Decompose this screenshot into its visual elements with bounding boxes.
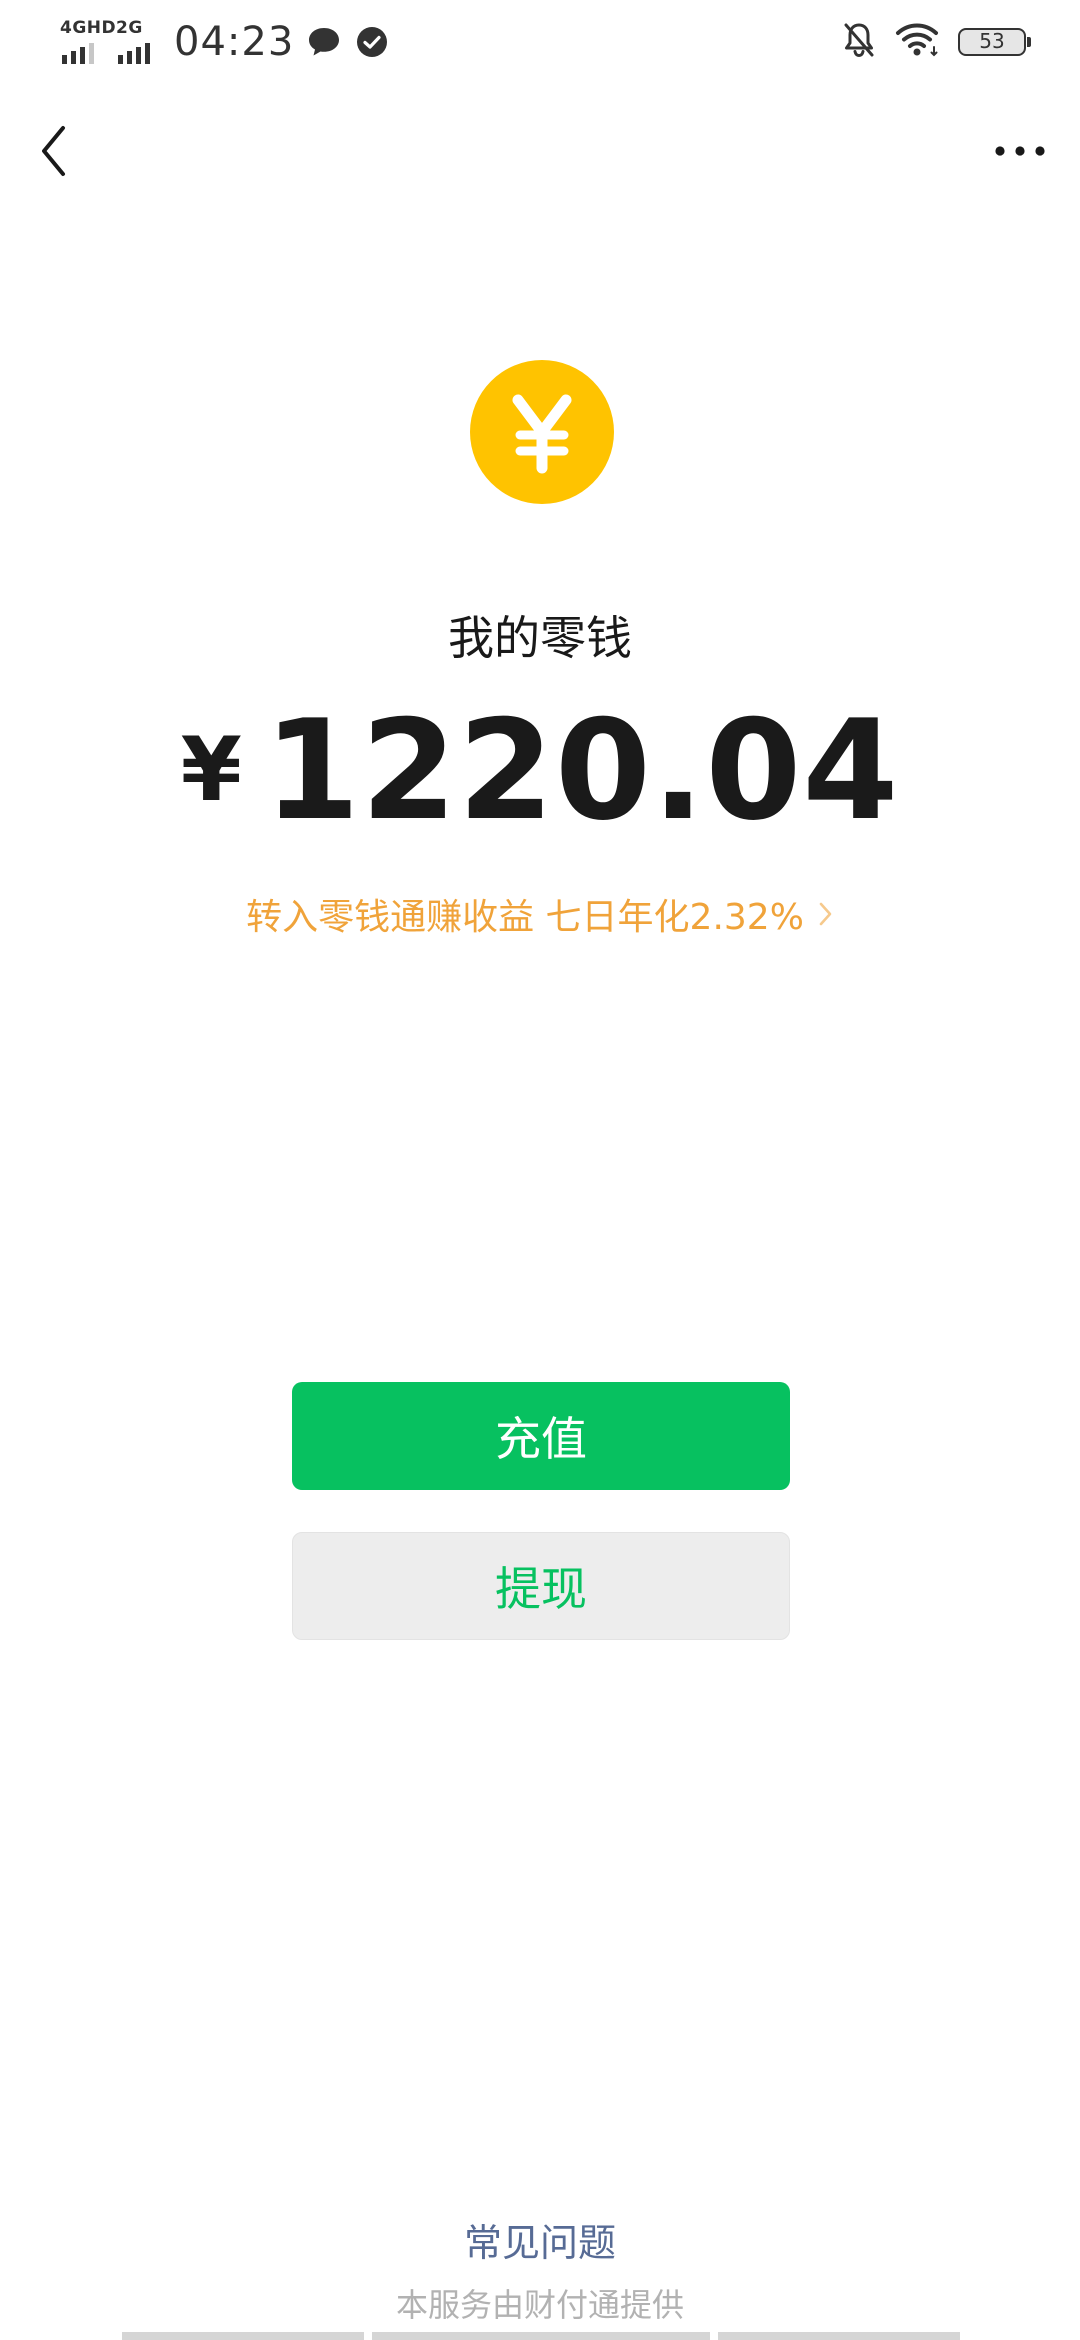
- promo-link[interactable]: 转入零钱通赚收益 七日年化2.32%: [0, 888, 1080, 940]
- balance-display: ¥ 1220.04: [0, 690, 1080, 851]
- more-dots-icon: [995, 146, 1045, 156]
- recharge-button[interactable]: 充值: [292, 1382, 790, 1490]
- network-label-1: 4GHD: [60, 18, 117, 38]
- status-left: 4GHD 2G 04:23: [60, 14, 390, 70]
- bottom-strip: [0, 2332, 1080, 2340]
- provider-note: 本服务由财付通提供: [395, 2286, 684, 2324]
- bell-muted-icon: [842, 21, 876, 63]
- status-time: 04:23: [174, 19, 295, 65]
- check-circle-icon: [354, 24, 390, 60]
- chevron-left-icon: [42, 126, 65, 176]
- page-title: 我的零钱: [448, 611, 632, 665]
- promo-text: 转入零钱通赚收益 七日年化2.32%: [246, 897, 804, 938]
- back-button[interactable]: [30, 118, 78, 184]
- signal-4g-icon: 4GHD: [60, 18, 116, 66]
- yuan-coin-icon: [470, 360, 614, 504]
- status-bar: 4GHD 2G 04:23 53: [0, 0, 1080, 84]
- more-button[interactable]: [990, 130, 1050, 172]
- network-label-2: 2G: [116, 18, 143, 38]
- withdraw-button[interactable]: 提现: [292, 1532, 790, 1640]
- faq-link[interactable]: 常见问题: [0, 2212, 1080, 2267]
- balance-amount: 1220.04: [263, 690, 900, 851]
- message-icon: [306, 24, 342, 60]
- wifi-icon: [894, 21, 940, 63]
- battery-icon: 53: [958, 28, 1031, 56]
- status-right: 53: [842, 18, 1031, 66]
- chevron-right-icon: [818, 899, 834, 929]
- signal-2g-icon: 2G: [116, 18, 168, 66]
- currency-symbol: ¥: [180, 718, 242, 821]
